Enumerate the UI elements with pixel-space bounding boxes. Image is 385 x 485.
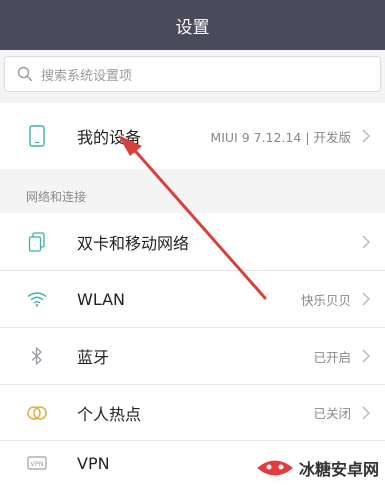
phone-icon: [26, 125, 48, 147]
page-title: 设置: [175, 17, 210, 38]
my-device-version: MIUI 9 7.12.14 | 开发版: [210, 129, 351, 145]
my-device-label: 我的设备: [77, 128, 142, 147]
chevron-right-icon: [362, 406, 370, 419]
watermark-logo-icon: [256, 460, 293, 476]
sidebar-item-dual-sim[interactable]: 双卡和移动网络: [0, 213, 385, 270]
bluetooth-item[interactable]: 蓝牙 已开启: [0, 328, 385, 384]
wlan-item[interactable]: WLAN 快乐贝贝: [0, 271, 385, 327]
svg-text:VPN: VPN: [30, 460, 43, 468]
search-area: 搜索系统设置项: [0, 50, 385, 100]
bluetooth-icon: [26, 345, 48, 367]
search-placeholder: 搜索系统设置项: [41, 68, 133, 84]
watermark-text: 冰糖安卓网: [298, 460, 379, 479]
dual-sim-label: 双卡和移动网络: [77, 233, 190, 253]
chevron-right-icon: [362, 292, 370, 306]
wifi-icon: [26, 288, 48, 310]
hotspot-status: 已关闭: [313, 406, 351, 421]
sim-cards-icon: [26, 231, 48, 253]
bluetooth-label: 蓝牙: [77, 348, 110, 367]
section-title-network: 网络和连接: [26, 190, 87, 204]
chevron-right-icon: [362, 235, 370, 248]
hotspot-item[interactable]: 个人热点 已关闭: [0, 385, 385, 440]
bluetooth-status: 已开启: [313, 349, 351, 365]
vpn-icon: VPN: [26, 452, 48, 474]
wlan-label: WLAN: [77, 289, 126, 309]
hotspot-label: 个人热点: [77, 404, 142, 424]
my-device-item[interactable]: 我的设备 MIUI 9 7.12.14 | 开发版: [0, 103, 385, 169]
chevron-right-icon: [362, 129, 370, 143]
search-icon: [17, 66, 33, 82]
watermark: 冰糖安卓网: [255, 455, 379, 481]
search-input[interactable]: 搜索系统设置项: [4, 56, 381, 92]
title-bar: 设置: [0, 0, 385, 50]
vpn-label: VPN: [77, 453, 110, 473]
wlan-network-name: 快乐贝贝: [300, 292, 351, 308]
chevron-right-icon: [362, 349, 370, 363]
hotspot-icon: [26, 402, 48, 424]
